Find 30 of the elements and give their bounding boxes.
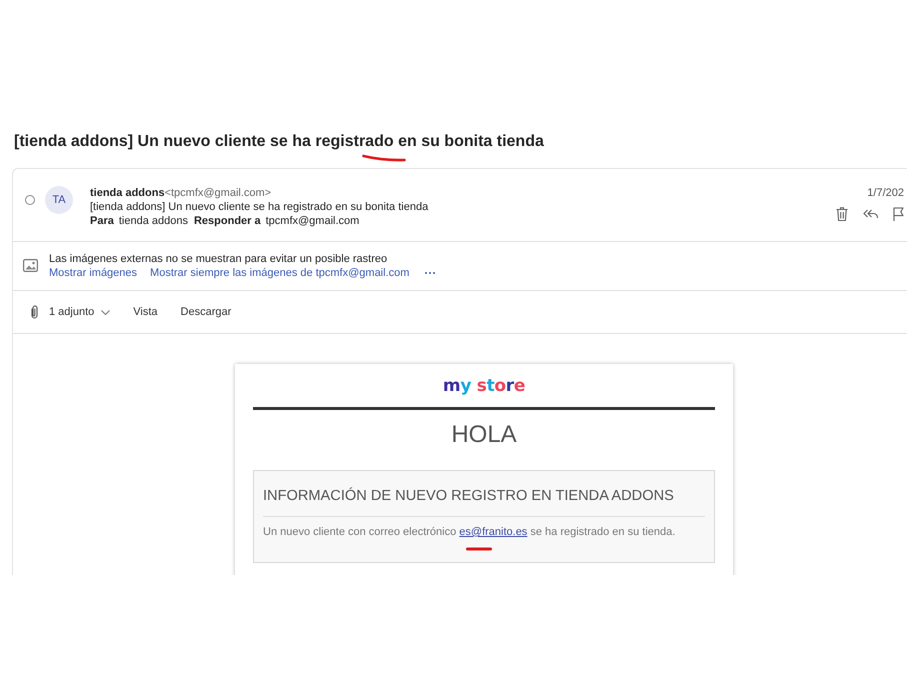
registration-message: Un nuevo cliente con correo electrónico es@franito.es se ha registrado en su tienda. bbox=[263, 526, 676, 538]
recipient-value: tpcmfx@gmail.com bbox=[266, 214, 360, 228]
underline-mark-icon bbox=[362, 154, 406, 162]
recipient-value: tienda addons bbox=[118, 214, 188, 228]
flag-icon[interactable] bbox=[893, 207, 904, 221]
message-date: 1/7/202 bbox=[867, 187, 904, 199]
paperclip-icon bbox=[31, 305, 38, 319]
message-subject: [tienda addons] Un nuevo cliente se ha registrado en su bonita tienda bbox=[90, 200, 428, 214]
attachment-action[interactable]: Vista bbox=[133, 302, 158, 322]
chevron-down-icon bbox=[101, 310, 110, 314]
select-radio[interactable] bbox=[25, 195, 35, 205]
reply-all-icon[interactable] bbox=[863, 208, 878, 220]
recipient-label: Responder a bbox=[194, 214, 261, 228]
image-icon bbox=[23, 258, 39, 272]
sender-name: tienda addons bbox=[90, 187, 165, 199]
greeting-heading: HOLA bbox=[451, 421, 517, 449]
attachment-action[interactable]: Descargar bbox=[180, 302, 232, 322]
avatar-initials: TA bbox=[45, 186, 73, 214]
attachments-dropdown[interactable]: 1 adjunto bbox=[49, 302, 110, 322]
show-images-link[interactable]: Mostrar imágenes bbox=[49, 266, 138, 280]
delete-icon[interactable] bbox=[836, 207, 848, 221]
info-heading: INFORMACIÓN DE NUEVO REGISTRO EN TIENDA ADDONS bbox=[263, 488, 674, 504]
store-logo: my store bbox=[442, 375, 526, 397]
show-images-link[interactable]: Mostrar siempre las imágenes de tpcmfx@gmail.com bbox=[150, 266, 410, 280]
blocked-images-notice: Las imágenes externas no se muestran para evitar un posible rastreo bbox=[49, 252, 388, 266]
sender-email: <tpcmfx@gmail.com> bbox=[164, 187, 272, 199]
underline-mark-icon bbox=[466, 547, 492, 551]
email-link[interactable]: es@franito.es bbox=[459, 526, 528, 538]
email-subject: [tienda addons] Un nuevo cliente se ha registrado en su bonita tienda bbox=[14, 132, 544, 152]
recipient-label: Para bbox=[90, 214, 114, 228]
